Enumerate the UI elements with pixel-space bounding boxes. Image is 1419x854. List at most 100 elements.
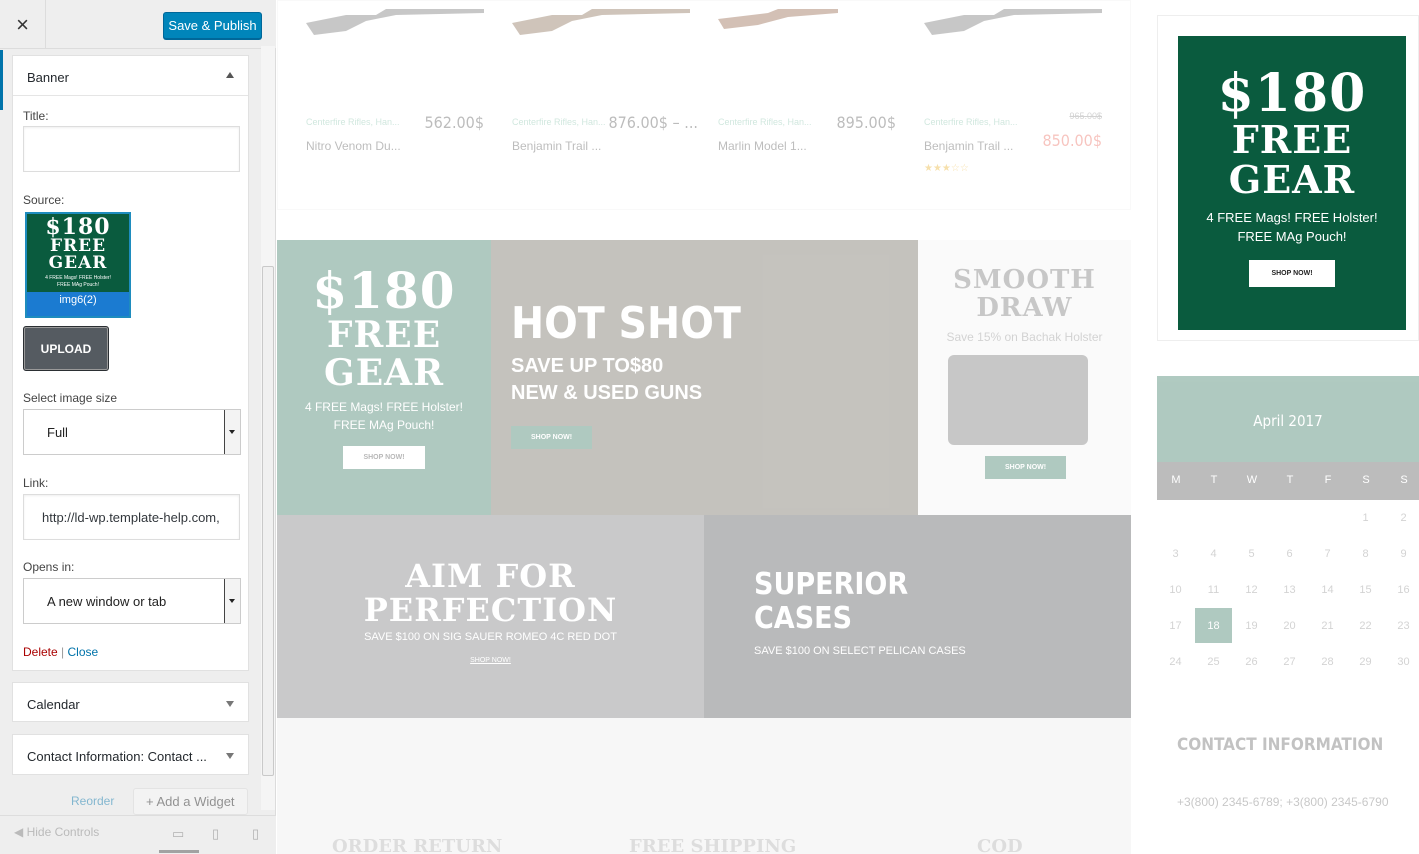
calendar-day[interactable]: 29 [1347, 644, 1384, 679]
product-old-price: 965.00$ [1069, 111, 1102, 121]
calendar-day[interactable]: 20 [1271, 608, 1308, 643]
shop-now-button[interactable]: SHOP NOW! [343, 446, 425, 469]
calendar-day[interactable]: 12 [1233, 572, 1270, 607]
calendar-day[interactable]: 16 [1385, 572, 1419, 607]
shop-now-button[interactable]: SHOP NOW! [985, 456, 1067, 479]
product-name[interactable]: Benjamin Trail ... [512, 139, 601, 153]
calendar-day[interactable]: 26 [1233, 644, 1270, 679]
banner-free-gear[interactable]: $180 FREE GEAR 4 FREE Mags! FREE Holster… [277, 240, 491, 515]
calendar-day[interactable]: 18 [1195, 608, 1232, 643]
desktop-preview-icon[interactable]: ▭ [172, 826, 184, 842]
calendar-day[interactable]: 14 [1309, 572, 1346, 607]
contact-widget-header[interactable]: Contact Information: Contact ... [12, 734, 249, 775]
product-price: 895.00$ [836, 113, 896, 132]
product-name[interactable]: Marlin Model 1... [718, 139, 807, 153]
calendar-day[interactable]: 15 [1347, 572, 1384, 607]
contact-phone: +3(800) 2345-6789; +3(800) 2345-6790 [1177, 795, 1389, 809]
banner-hot-shot[interactable]: HOT SHOT SAVE UP TO$80 NEW & USED GUNS S… [491, 240, 918, 515]
calendar-day[interactable]: 25 [1195, 644, 1232, 679]
collapse-arrow-icon[interactable] [226, 72, 234, 78]
plus-icon: + [146, 794, 157, 809]
calendar-day[interactable]: 30 [1385, 644, 1419, 679]
expand-arrow-icon[interactable] [226, 753, 234, 759]
tablet-preview-icon[interactable]: ▯ [212, 826, 219, 842]
calendar-day[interactable]: 1 [1347, 500, 1384, 535]
calendar-day[interactable]: 23 [1385, 608, 1419, 643]
product-card[interactable]: Centerfire Rifles, Han... 876.00$ – ... … [512, 1, 702, 201]
calendar-day[interactable]: 10 [1157, 572, 1194, 607]
banner-aim-perfection[interactable]: AIM FOR PERFECTION SAVE $100 ON SIG SAUE… [277, 515, 704, 718]
image-size-select[interactable]: Full [23, 409, 241, 455]
calendar-widget-header[interactable]: Calendar [12, 682, 249, 722]
hide-controls-label: Hide Controls [26, 825, 100, 839]
product-category[interactable]: Centerfire Rifles, Han... [512, 117, 606, 127]
title-input[interactable] [23, 126, 240, 172]
expand-arrow-icon[interactable] [226, 701, 234, 707]
calendar-day[interactable]: 19 [1233, 608, 1270, 643]
mobile-preview-icon[interactable]: ▯ [252, 826, 259, 842]
product-name[interactable]: Benjamin Trail ... [924, 139, 1013, 153]
banner-sub: Save 15% on Bachak Holster [946, 330, 1103, 344]
hide-controls-button[interactable]: ◀ Hide Controls [14, 825, 99, 839]
save-publish-button[interactable]: Save & Publish [163, 12, 262, 39]
banner-widget-form: Banner Title: Source: $180 FREE GEAR 4 F… [12, 55, 249, 671]
product-category[interactable]: Centerfire Rifles, Han... [306, 117, 400, 127]
chevron-down-icon[interactable] [224, 579, 240, 623]
scrollbar-thumb[interactable] [262, 266, 274, 776]
calendar-day[interactable]: 21 [1309, 608, 1346, 643]
sidebar-banner-image[interactable]: $180 FREE GEAR 4 FREE Mags! FREE Holster… [1178, 36, 1406, 330]
chevron-down-icon[interactable] [224, 410, 240, 454]
banner-title1: SUPERIOR [754, 567, 909, 602]
calendar-day[interactable]: 17 [1157, 608, 1194, 643]
shop-now-button[interactable]: SHOP NOW! [511, 426, 593, 449]
source-image-thumbnail[interactable]: $180 FREE GEAR 4 FREE Mags! FREE Holster… [25, 212, 131, 318]
banner-widget-header[interactable]: Banner [13, 56, 248, 96]
add-widget-button[interactable]: + Add a Widget [133, 788, 248, 815]
calendar-day[interactable]: 6 [1271, 536, 1308, 571]
shop-now-link[interactable]: SHOP NOW! [277, 657, 704, 664]
weekday-label: W [1246, 474, 1258, 486]
contact-title: CONTACT INFORMATION [1177, 735, 1384, 755]
site-preview[interactable]: Centerfire Rifles, Han... 562.00$ Nitro … [277, 0, 1419, 854]
banner-title2: DRAW [976, 293, 1073, 323]
product-category[interactable]: Centerfire Rifles, Han... [924, 117, 1018, 127]
calendar-day[interactable]: 13 [1271, 572, 1308, 607]
close-link[interactable]: Close [68, 645, 99, 659]
calendar-day[interactable]: 27 [1271, 644, 1308, 679]
product-name[interactable]: Nitro Venom Du... [306, 139, 401, 153]
close-icon[interactable]: × [0, 0, 46, 49]
product-card[interactable]: Centerfire Rifles, Han... 965.00$ 850.00… [924, 1, 1114, 201]
image-size-value: Full [47, 425, 68, 440]
product-price: 562.00$ [424, 113, 484, 132]
widget-title: Calendar [27, 697, 80, 712]
calendar-day[interactable]: 9 [1385, 536, 1419, 571]
calendar-day[interactable]: 28 [1309, 644, 1346, 679]
upload-button[interactable]: UPLOAD [23, 326, 109, 371]
calendar-day[interactable]: 24 [1157, 644, 1194, 679]
active-device-indicator [159, 850, 199, 853]
shop-now-button[interactable]: SHOP NOW! [1249, 260, 1335, 287]
calendar-day[interactable]: 4 [1195, 536, 1232, 571]
link-input[interactable] [23, 494, 240, 540]
calendar-day [1157, 500, 1194, 535]
calendar-day[interactable]: 5 [1233, 536, 1270, 571]
calendar-day[interactable]: 11 [1195, 572, 1232, 607]
opens-in-select[interactable]: A new window or tab [23, 578, 241, 624]
sidebar-banner-widget[interactable]: $180 FREE GEAR 4 FREE Mags! FREE Holster… [1157, 15, 1419, 341]
calendar-day[interactable]: 22 [1347, 608, 1384, 643]
product-card[interactable]: Centerfire Rifles, Han... 562.00$ Nitro … [306, 1, 496, 201]
banner-smooth-draw[interactable]: SMOOTH DRAW Save 15% on Bachak Holster S… [918, 240, 1131, 515]
size-label: Select image size [23, 391, 118, 405]
product-price: 876.00$ – ... [608, 113, 698, 132]
thumb-small2: FREE MAg Pouch! [57, 282, 99, 288]
product-card[interactable]: Centerfire Rifles, Han... 895.00$ Marlin… [718, 1, 908, 201]
calendar-day[interactable]: 7 [1309, 536, 1346, 571]
delete-link[interactable]: Delete [23, 645, 58, 659]
calendar-day[interactable]: 3 [1157, 536, 1194, 571]
product-category[interactable]: Centerfire Rifles, Han... [718, 117, 812, 127]
rifle-image [306, 9, 484, 35]
reorder-link[interactable]: Reorder [71, 794, 114, 808]
banner-superior-cases[interactable]: SUPERIOR CASES SAVE $100 ON SELECT PELIC… [704, 515, 1131, 718]
calendar-day[interactable]: 8 [1347, 536, 1384, 571]
calendar-day[interactable]: 2 [1385, 500, 1419, 535]
